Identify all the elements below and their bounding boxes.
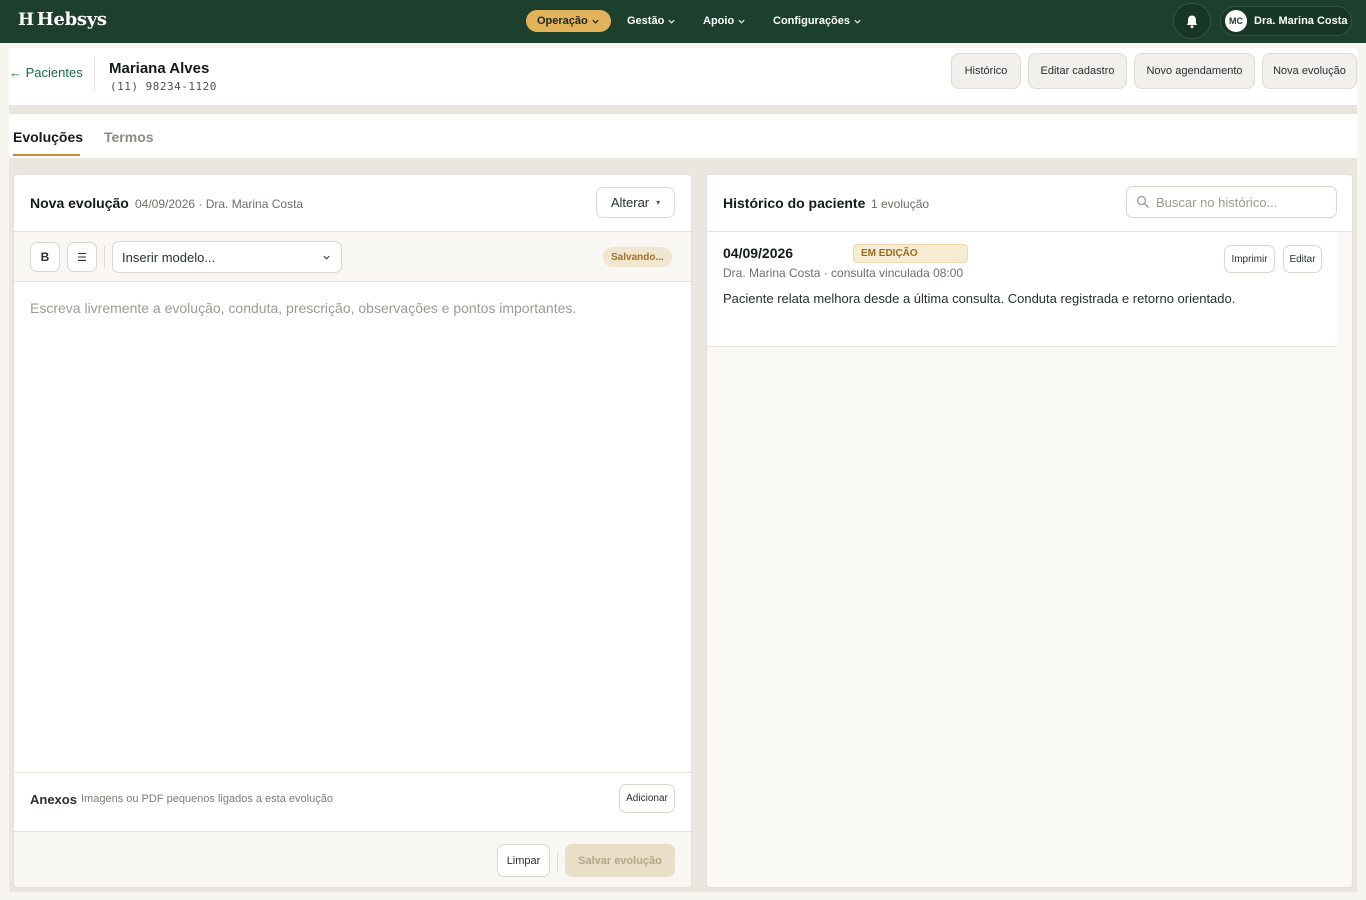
nav-item-label: Gestão [627, 15, 665, 27]
brand-mark: H [18, 9, 34, 30]
nav-item-gestao[interactable]: Gestão [616, 10, 687, 32]
divider [557, 852, 558, 872]
nav-item-label: Configurações [773, 15, 851, 27]
patient-history-panel: Histórico do paciente 1 evolução 04/09/2… [706, 174, 1353, 888]
new-evolution-panel: Nova evolução 04/09/2026 · Dra. Marina C… [13, 174, 692, 888]
user-name: Dra. Marina Costa [1254, 15, 1348, 27]
status-badge: EM EDIÇÃO [853, 244, 968, 263]
history-search-input[interactable] [1156, 194, 1326, 210]
chevron-down-icon [738, 19, 745, 24]
nav-item-configuracoes[interactable]: Configurações [762, 10, 873, 32]
tab-termos[interactable]: Termos [104, 129, 154, 145]
bell-icon [1186, 15, 1198, 28]
caret-down-icon: ▾ [656, 198, 661, 207]
nav-item-apoio[interactable]: Apoio [692, 10, 757, 32]
nav-item-operacao[interactable]: Operação [526, 10, 611, 32]
evolution-meta: 04/09/2026 · Dra. Marina Costa [135, 197, 304, 211]
template-select-label: Inserir modelo... [122, 249, 216, 265]
search-icon [1136, 195, 1149, 208]
history-entry: 04/09/2026 EM EDIÇÃO Dra. Marina Costa ·… [707, 232, 1337, 347]
patient-phone: (11) 98234-1120 [110, 80, 217, 93]
chevron-down-icon [668, 19, 675, 24]
patient-header: ← Pacientes Mariana Alves (11) 98234-112… [9, 48, 1357, 105]
chevron-down-icon [592, 19, 599, 24]
notifications-button[interactable] [1173, 3, 1211, 39]
clear-button[interactable]: Limpar [497, 844, 550, 877]
editor-toolbar: B ☰ Inserir modelo... Salvando... [14, 231, 691, 282]
active-tab-indicator [13, 154, 80, 156]
history-search [1126, 186, 1337, 218]
entry-text: Paciente relata melhora desde a última c… [723, 291, 1236, 306]
top-navbar: H Hebsys Operação Gestão Apoio Configura… [0, 0, 1366, 43]
bold-button[interactable]: B [30, 242, 60, 272]
change-label: Alterar [610, 195, 650, 210]
attachments-section: Anexos Imagens ou PDF pequenos ligados a… [14, 772, 691, 831]
history-count: 1 evolução [871, 197, 930, 211]
saving-status-badge: Salvando... [603, 247, 672, 267]
chevron-down-icon [323, 255, 330, 260]
entry-date: 04/09/2026 [723, 245, 794, 261]
brand-name: Hebsys [36, 9, 107, 30]
print-button[interactable]: Imprimir [1224, 245, 1275, 273]
edit-entry-button[interactable]: Editar [1283, 245, 1322, 273]
nav-item-label: Operação [537, 15, 588, 27]
save-evolution-button[interactable]: Salvar evolução [565, 844, 675, 877]
back-to-patients-link[interactable]: ← Pacientes [9, 65, 83, 80]
new-evolution-button[interactable]: Nova evolução [1262, 53, 1357, 89]
avatar: MC [1225, 10, 1247, 32]
attachments-label: Anexos [30, 792, 77, 807]
divider [94, 57, 95, 91]
insert-template-select[interactable]: Inserir modelo... [112, 241, 342, 273]
user-menu[interactable]: MC Dra. Marina Costa [1220, 6, 1352, 36]
nav-item-label: Apoio [703, 15, 735, 27]
new-appointment-button[interactable]: Novo agendamento [1134, 53, 1255, 89]
entry-meta: Dra. Marina Costa · consulta vinculada 0… [723, 266, 964, 280]
history-button[interactable]: Histórico [951, 53, 1021, 89]
evolution-editor[interactable]: Escreva livremente a evolução, conduta, … [30, 300, 576, 316]
attachments-hint: Imagens ou PDF pequenos ligados a esta e… [81, 793, 333, 805]
panel-title: Nova evolução [30, 195, 129, 211]
header-divider-strip [9, 105, 1357, 114]
edit-record-button[interactable]: Editar cadastro [1028, 53, 1127, 89]
add-attachment-button[interactable]: Adicionar [619, 784, 675, 813]
chevron-down-icon [854, 19, 861, 24]
patient-name: Mariana Alves [109, 60, 210, 77]
editor-footer: Limpar Salvar evolução [14, 831, 691, 887]
divider [104, 246, 105, 268]
history-header: Histórico do paciente 1 evolução [707, 175, 1352, 232]
tab-bar: Evoluções Termos [9, 114, 1357, 158]
change-author-button[interactable]: Alterar ▾ [596, 187, 675, 218]
brand-logo[interactable]: H Hebsys [18, 9, 107, 30]
tab-evolucoes[interactable]: Evoluções [13, 129, 83, 145]
list-button[interactable]: ☰ [67, 242, 97, 272]
history-title: Histórico do paciente [723, 195, 866, 211]
